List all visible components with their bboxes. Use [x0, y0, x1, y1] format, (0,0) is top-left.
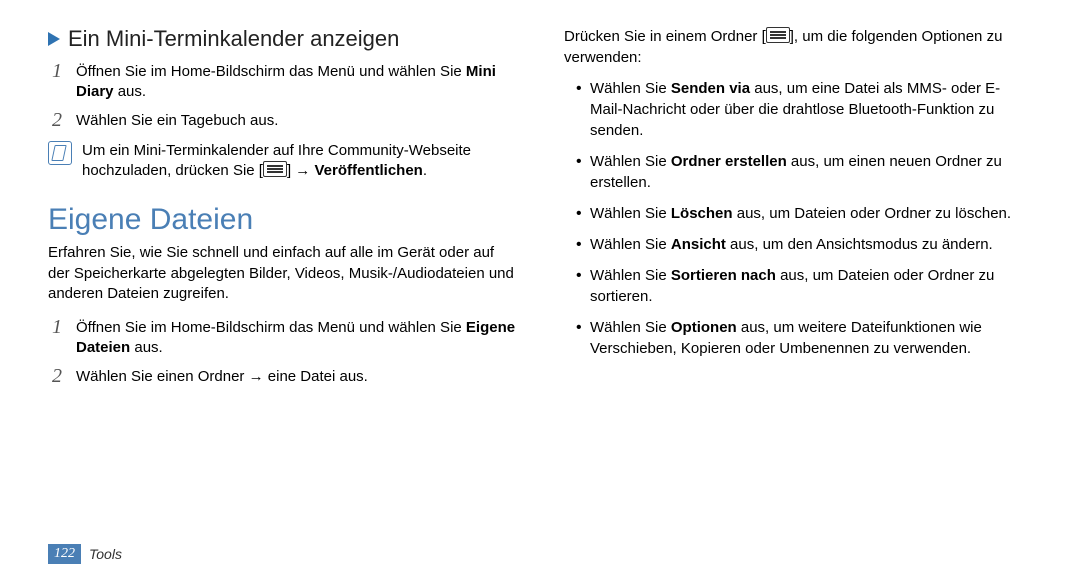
li-pre: Wählen Sie — [590, 267, 671, 284]
menu-key-icon — [766, 27, 790, 43]
li-pre: Wählen Sie — [590, 80, 671, 97]
li-post: aus, um den Ansichtsmodus zu ändern. — [726, 236, 993, 253]
list-item: Wählen Sie Senden via aus, um eine Datei… — [576, 78, 1032, 141]
files-step1-post: aus. — [130, 339, 163, 356]
footer-label: Tools — [89, 546, 122, 562]
li-bold: Ansicht — [671, 236, 726, 253]
li-pre: Wählen Sie — [590, 319, 671, 336]
files-step1-pre: Öffnen Sie im Home-Bildschirm das Menü u… — [76, 319, 466, 336]
menu-key-icon — [263, 161, 287, 177]
right-intro-pre: Drücken Sie in einem Ordner [ — [564, 28, 766, 45]
step-body: Öffnen Sie im Home-Bildschirm das Menü u… — [76, 60, 516, 103]
li-pre: Wählen Sie — [590, 205, 671, 222]
note-body: Um ein Mini-Terminkalender auf Ihre Comm… — [82, 139, 516, 182]
section-intro: Erfahren Sie, wie Sie schnell und einfac… — [48, 243, 516, 304]
subheading-row: Ein Mini-Terminkalender anzeigen — [48, 26, 516, 52]
list-item: Wählen Sie Sortieren nach aus, um Dateie… — [576, 265, 1032, 307]
li-pre: Wählen Sie — [590, 236, 671, 253]
list-item: Wählen Sie Löschen aus, um Dateien oder … — [576, 203, 1032, 224]
note-bold: Veröffentlichen — [314, 162, 422, 179]
section-title: Eigene Dateien — [48, 203, 516, 237]
note-post: . — [423, 162, 427, 179]
step-body: Öffnen Sie im Home-Bildschirm das Menü u… — [76, 316, 516, 359]
li-bold: Löschen — [671, 205, 733, 222]
li-bold: Sortieren nach — [671, 267, 776, 284]
left-column: Ein Mini-Terminkalender anzeigen 1 Öffne… — [48, 26, 516, 586]
step-body: Wählen Sie einen Ordner → eine Datei aus… — [76, 365, 368, 387]
step1-post: aus. — [114, 83, 147, 100]
step-body: Wählen Sie ein Tagebuch aus. — [76, 109, 278, 131]
step-number: 1 — [48, 60, 66, 103]
subheading-text: Ein Mini-Terminkalender anzeigen — [68, 26, 399, 52]
files-step-1: 1 Öffnen Sie im Home-Bildschirm das Menü… — [48, 316, 516, 359]
li-post: aus, um Dateien oder Ordner zu löschen. — [733, 205, 1011, 222]
list-item: Wählen Sie Ordner erstellen aus, um eine… — [576, 151, 1032, 193]
list-item: Wählen Sie Optionen aus, um weitere Date… — [576, 317, 1032, 359]
step1-pre: Öffnen Sie im Home-Bildschirm das Menü u… — [76, 63, 466, 80]
options-list: Wählen Sie Senden via aus, um eine Datei… — [564, 78, 1032, 359]
page-layout: Ein Mini-Terminkalender anzeigen 1 Öffne… — [0, 0, 1080, 586]
li-bold: Ordner erstellen — [671, 153, 787, 170]
list-item: Wählen Sie Ansicht aus, um den Ansichtsm… — [576, 234, 1032, 255]
li-bold: Senden via — [671, 80, 750, 97]
note-block: Um ein Mini-Terminkalender auf Ihre Comm… — [48, 139, 516, 182]
page-number: 122 — [48, 544, 81, 564]
note-mid: ] → — [287, 162, 315, 179]
files-step-2: 2 Wählen Sie einen Ordner → eine Datei a… — [48, 365, 516, 387]
li-bold: Optionen — [671, 319, 737, 336]
step-number: 2 — [48, 365, 66, 387]
step-number: 2 — [48, 109, 66, 131]
right-intro: Drücken Sie in einem Ordner [], um die f… — [564, 26, 1032, 68]
note-icon — [48, 141, 72, 165]
page-footer: 122 Tools — [48, 544, 122, 564]
step-1: 1 Öffnen Sie im Home-Bildschirm das Menü… — [48, 60, 516, 103]
step-2: 2 Wählen Sie ein Tagebuch aus. — [48, 109, 516, 131]
step-number: 1 — [48, 316, 66, 359]
li-pre: Wählen Sie — [590, 153, 671, 170]
right-column: Drücken Sie in einem Ordner [], um die f… — [564, 26, 1032, 586]
chevron-right-icon — [48, 32, 60, 46]
